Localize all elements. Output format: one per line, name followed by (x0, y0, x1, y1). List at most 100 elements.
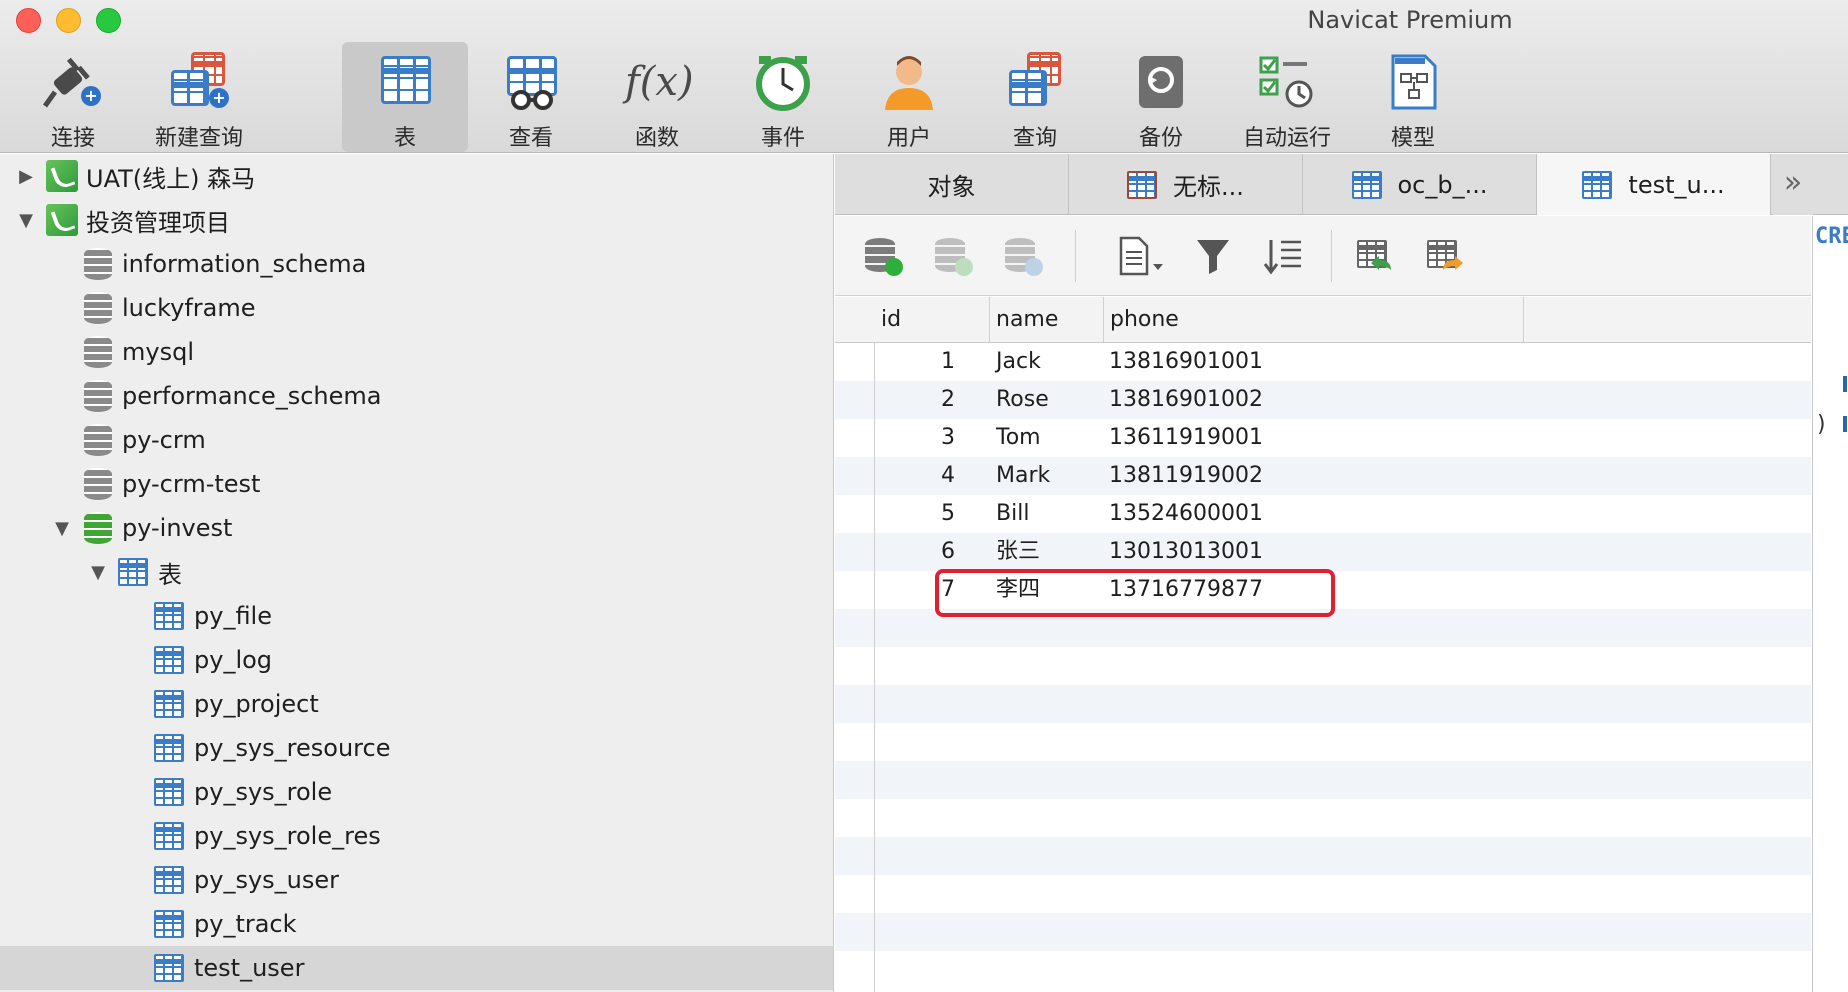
table-item[interactable]: py_log (0, 638, 833, 682)
table-icon (154, 602, 184, 630)
tab-objects[interactable]: 对象 (835, 154, 1069, 215)
database-item[interactable]: information_schema (0, 242, 833, 286)
toolbar-label: 备份 (1138, 126, 1183, 151)
disclosure-down-icon[interactable]: ▼ (88, 562, 108, 583)
toolbar-new-query-button[interactable]: + 新建查询 (136, 42, 262, 152)
table-icon (154, 822, 184, 850)
table-label: py_sys_role (194, 778, 333, 806)
toolbar-user-button[interactable]: 用户 (846, 42, 972, 152)
table-row[interactable]: 7 李四 13716779877 (835, 571, 1811, 609)
discard-changes-button[interactable] (1003, 236, 1043, 276)
import-button[interactable] (1355, 236, 1395, 276)
table-row[interactable]: 2 Rose 13816901002 (835, 381, 1811, 419)
row-selector-column (835, 343, 875, 992)
tab-test-user[interactable]: test_u... (1537, 154, 1771, 215)
query-icon (1003, 50, 1067, 114)
cell-phone[interactable]: 13524600001 (1109, 495, 1263, 533)
cell-phone[interactable]: 13816901002 (1109, 381, 1263, 419)
cell-name[interactable]: Rose (996, 381, 1049, 419)
cell-id[interactable]: 4 (895, 457, 955, 495)
more-tabs-chevron-icon[interactable]: » (1773, 154, 1813, 215)
toolbar-function-button[interactable]: f(x) 函数 (594, 42, 720, 152)
filter-button[interactable] (1193, 236, 1233, 276)
database-item[interactable]: py-crm (0, 418, 833, 462)
add-record-button[interactable] (863, 236, 903, 276)
tables-group-item[interactable]: ▼ 表 (0, 550, 833, 594)
table-item[interactable]: py_file (0, 594, 833, 638)
table-label: py_log (194, 646, 273, 674)
cell-name[interactable]: Jack (996, 343, 1041, 381)
toolbar-label: 模型 (1390, 126, 1435, 151)
export-button[interactable] (1425, 236, 1465, 276)
table-row[interactable]: 3 Tom 13611919001 (835, 419, 1811, 457)
cell-name[interactable]: Bill (996, 495, 1029, 533)
table-row[interactable]: 4 Mark 13811919002 (835, 457, 1811, 495)
zoom-window-button[interactable] (96, 8, 121, 33)
grid-header: id name phone (835, 297, 1811, 343)
sort-button[interactable] (1263, 236, 1303, 276)
database-open-icon (84, 512, 112, 544)
minimize-window-button[interactable] (56, 8, 81, 33)
toolbar-label: 用户 (886, 126, 931, 151)
table-item[interactable]: py_sys_role (0, 770, 833, 814)
cell-phone[interactable]: 13811919002 (1109, 457, 1263, 495)
table-icon (154, 866, 184, 894)
cell-name[interactable]: Tom (996, 419, 1041, 457)
empty-row (835, 609, 1811, 647)
column-header-phone[interactable]: phone (1104, 297, 1524, 343)
database-item[interactable]: py-crm-test (0, 462, 833, 506)
table-item-selected[interactable]: test_user (0, 946, 833, 990)
toolbar-table-button[interactable]: 表 (342, 42, 468, 152)
toolbar-event-button[interactable]: 事件 (720, 42, 846, 152)
table-item[interactable]: py_track (0, 902, 833, 946)
tab-oc-b-table[interactable]: oc_b_... (1303, 154, 1537, 215)
column-header-name[interactable]: name (990, 297, 1104, 343)
toolbar-model-button[interactable]: 模型 (1350, 42, 1476, 152)
table-row[interactable]: 1 Jack 13816901001 (835, 343, 1811, 381)
toolbar-view-button[interactable]: 查看 (468, 42, 594, 152)
column-header-id[interactable]: id (875, 297, 990, 343)
database-item[interactable]: performance_schema (0, 374, 833, 418)
table-row[interactable]: 5 Bill 13524600001 (835, 495, 1811, 533)
cell-id[interactable]: 5 (895, 495, 955, 533)
cell-id[interactable]: 2 (895, 381, 955, 419)
table-label: py_sys_role_res (194, 822, 381, 850)
disclosure-down-icon[interactable]: ▼ (52, 518, 72, 539)
automation-icon (1255, 50, 1319, 114)
database-item[interactable]: mysql (0, 330, 833, 374)
table-item[interactable]: py_sys_resource (0, 726, 833, 770)
connection-label: 投资管理项目 (86, 208, 230, 237)
toolbar-query-button[interactable]: 查询 (972, 42, 1098, 152)
table-item[interactable]: py_sys_user (0, 858, 833, 902)
toolbar-automation-button[interactable]: 自动运行 (1224, 42, 1350, 152)
apply-changes-button[interactable] (933, 236, 973, 276)
disclosure-right-icon[interactable]: ▶ (16, 166, 36, 187)
tab-label: 对象 (927, 173, 976, 201)
tab-untitled-query[interactable]: 无标... (1069, 154, 1303, 215)
table-item[interactable]: py_sys_role_res (0, 814, 833, 858)
table-row[interactable]: 6 张三 13013013001 (835, 533, 1811, 571)
cell-name[interactable]: Mark (996, 457, 1050, 495)
database-item[interactable]: ▼ py-invest (0, 506, 833, 550)
cell-name[interactable]: 李四 (996, 571, 1040, 609)
disclosure-down-icon[interactable]: ▼ (16, 210, 36, 231)
cell-id[interactable]: 6 (895, 533, 955, 571)
connection-item[interactable]: ▶ UAT(线上) 森马 (0, 154, 833, 198)
cell-id[interactable]: 1 (895, 343, 955, 381)
cell-phone[interactable]: 13816901001 (1109, 343, 1263, 381)
cell-phone[interactable]: 13013013001 (1109, 533, 1263, 571)
toolbar-connect-button[interactable]: + 连接 (10, 42, 136, 152)
toolbar-backup-button[interactable]: 备份 (1098, 42, 1224, 152)
database-label: information_schema (122, 250, 367, 278)
close-window-button[interactable] (16, 8, 41, 33)
query-icon (1127, 170, 1158, 199)
cell-phone[interactable]: 13716779877 (1109, 571, 1263, 609)
cell-name[interactable]: 张三 (996, 533, 1040, 571)
table-item[interactable]: py_project (0, 682, 833, 726)
connection-item[interactable]: ▼ 投资管理项目 (0, 198, 833, 242)
cell-id[interactable]: 7 (895, 571, 955, 609)
cell-id[interactable]: 3 (895, 419, 955, 457)
cell-phone[interactable]: 13611919001 (1109, 419, 1263, 457)
database-item[interactable]: luckyframe (0, 286, 833, 330)
text-view-dropdown-button[interactable] (1115, 236, 1167, 276)
